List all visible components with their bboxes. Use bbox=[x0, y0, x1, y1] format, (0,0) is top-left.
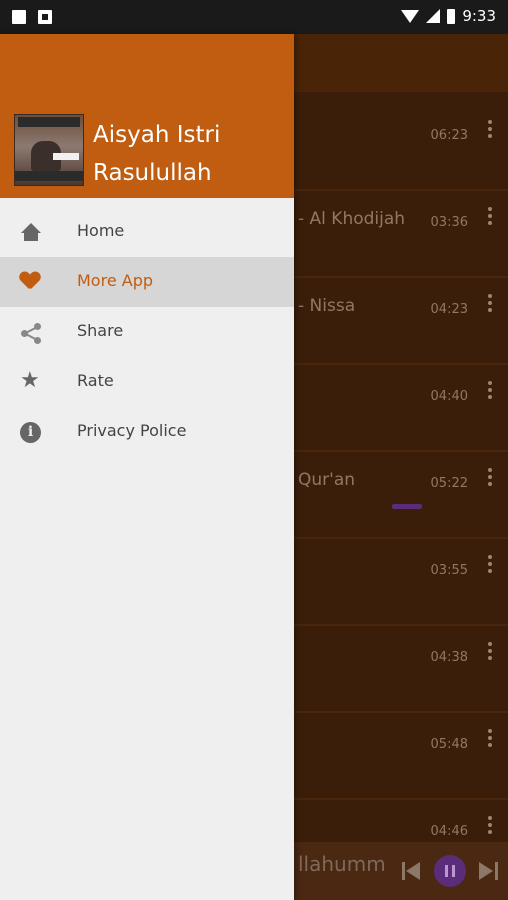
skip-previous-icon[interactable] bbox=[402, 861, 422, 881]
pause-button[interactable] bbox=[434, 855, 466, 887]
track-title: - Nissa bbox=[298, 296, 356, 316]
status-bar: 9:33 bbox=[0, 0, 508, 34]
system-icons: 9:33 bbox=[401, 7, 496, 25]
home-icon bbox=[20, 222, 42, 244]
track-duration: 06:23 bbox=[430, 128, 468, 143]
logo-text-label bbox=[53, 153, 79, 160]
track-duration: 03:55 bbox=[430, 563, 468, 578]
more-vert-icon[interactable] bbox=[488, 207, 492, 225]
menu-item-label: Share bbox=[77, 321, 124, 340]
app-title-line2: Rasulullah bbox=[93, 160, 212, 186]
track-title: - Al Khodijah bbox=[298, 209, 406, 229]
logo-text-banner bbox=[18, 117, 80, 127]
notification-icon bbox=[12, 10, 26, 24]
app-title: Aisyah Istri Rasulullah bbox=[93, 116, 220, 192]
app-logo bbox=[14, 114, 84, 186]
more-vert-icon[interactable] bbox=[488, 555, 492, 573]
more-vert-icon[interactable] bbox=[488, 381, 492, 399]
player-track-title: llahumm bbox=[298, 852, 386, 876]
menu-item-share[interactable]: Share bbox=[0, 307, 294, 357]
track-duration: 05:48 bbox=[430, 737, 468, 752]
track-title: Qur'an bbox=[298, 470, 356, 490]
menu-item-label: Privacy Police bbox=[77, 421, 187, 440]
track-duration: 04:38 bbox=[430, 650, 468, 665]
track-duration: 04:46 bbox=[430, 824, 468, 839]
more-vert-icon[interactable] bbox=[488, 816, 492, 834]
heart-icon bbox=[20, 272, 40, 290]
status-time: 9:33 bbox=[462, 7, 496, 25]
more-vert-icon[interactable] bbox=[488, 729, 492, 747]
wifi-icon bbox=[401, 9, 420, 23]
menu-item-label: Home bbox=[77, 221, 125, 240]
navigation-drawer: Aisyah Istri Rasulullah Home More App Sh… bbox=[0, 34, 294, 900]
more-vert-icon[interactable] bbox=[488, 294, 492, 312]
notification-icon bbox=[38, 10, 52, 24]
skip-next-icon[interactable] bbox=[478, 861, 498, 881]
logo-bottom-banner bbox=[15, 171, 83, 181]
share-icon bbox=[20, 322, 42, 344]
playing-indicator bbox=[392, 504, 422, 509]
info-icon: i bbox=[20, 422, 41, 443]
track-duration: 05:22 bbox=[430, 476, 468, 491]
app-title-line1: Aisyah Istri bbox=[93, 122, 221, 148]
drawer-menu: Home More App Share ★ Rate i Privacy Pol… bbox=[0, 207, 294, 457]
track-duration: 04:40 bbox=[430, 389, 468, 404]
track-duration: 03:36 bbox=[430, 215, 468, 230]
menu-item-home[interactable]: Home bbox=[0, 207, 294, 257]
menu-item-more-app[interactable]: More App bbox=[0, 257, 294, 307]
star-icon: ★ bbox=[20, 368, 40, 393]
battery-icon bbox=[447, 8, 456, 24]
more-vert-icon[interactable] bbox=[488, 468, 492, 486]
more-vert-icon[interactable] bbox=[488, 120, 492, 138]
menu-item-label: Rate bbox=[77, 371, 114, 390]
menu-item-rate[interactable]: ★ Rate bbox=[0, 357, 294, 407]
drawer-header: Aisyah Istri Rasulullah bbox=[0, 34, 294, 198]
more-vert-icon[interactable] bbox=[488, 642, 492, 660]
menu-item-label: More App bbox=[77, 271, 154, 290]
notification-icons bbox=[12, 10, 52, 24]
signal-icon bbox=[426, 9, 441, 23]
track-duration: 04:23 bbox=[430, 302, 468, 317]
menu-item-privacy-police[interactable]: i Privacy Police bbox=[0, 407, 294, 457]
